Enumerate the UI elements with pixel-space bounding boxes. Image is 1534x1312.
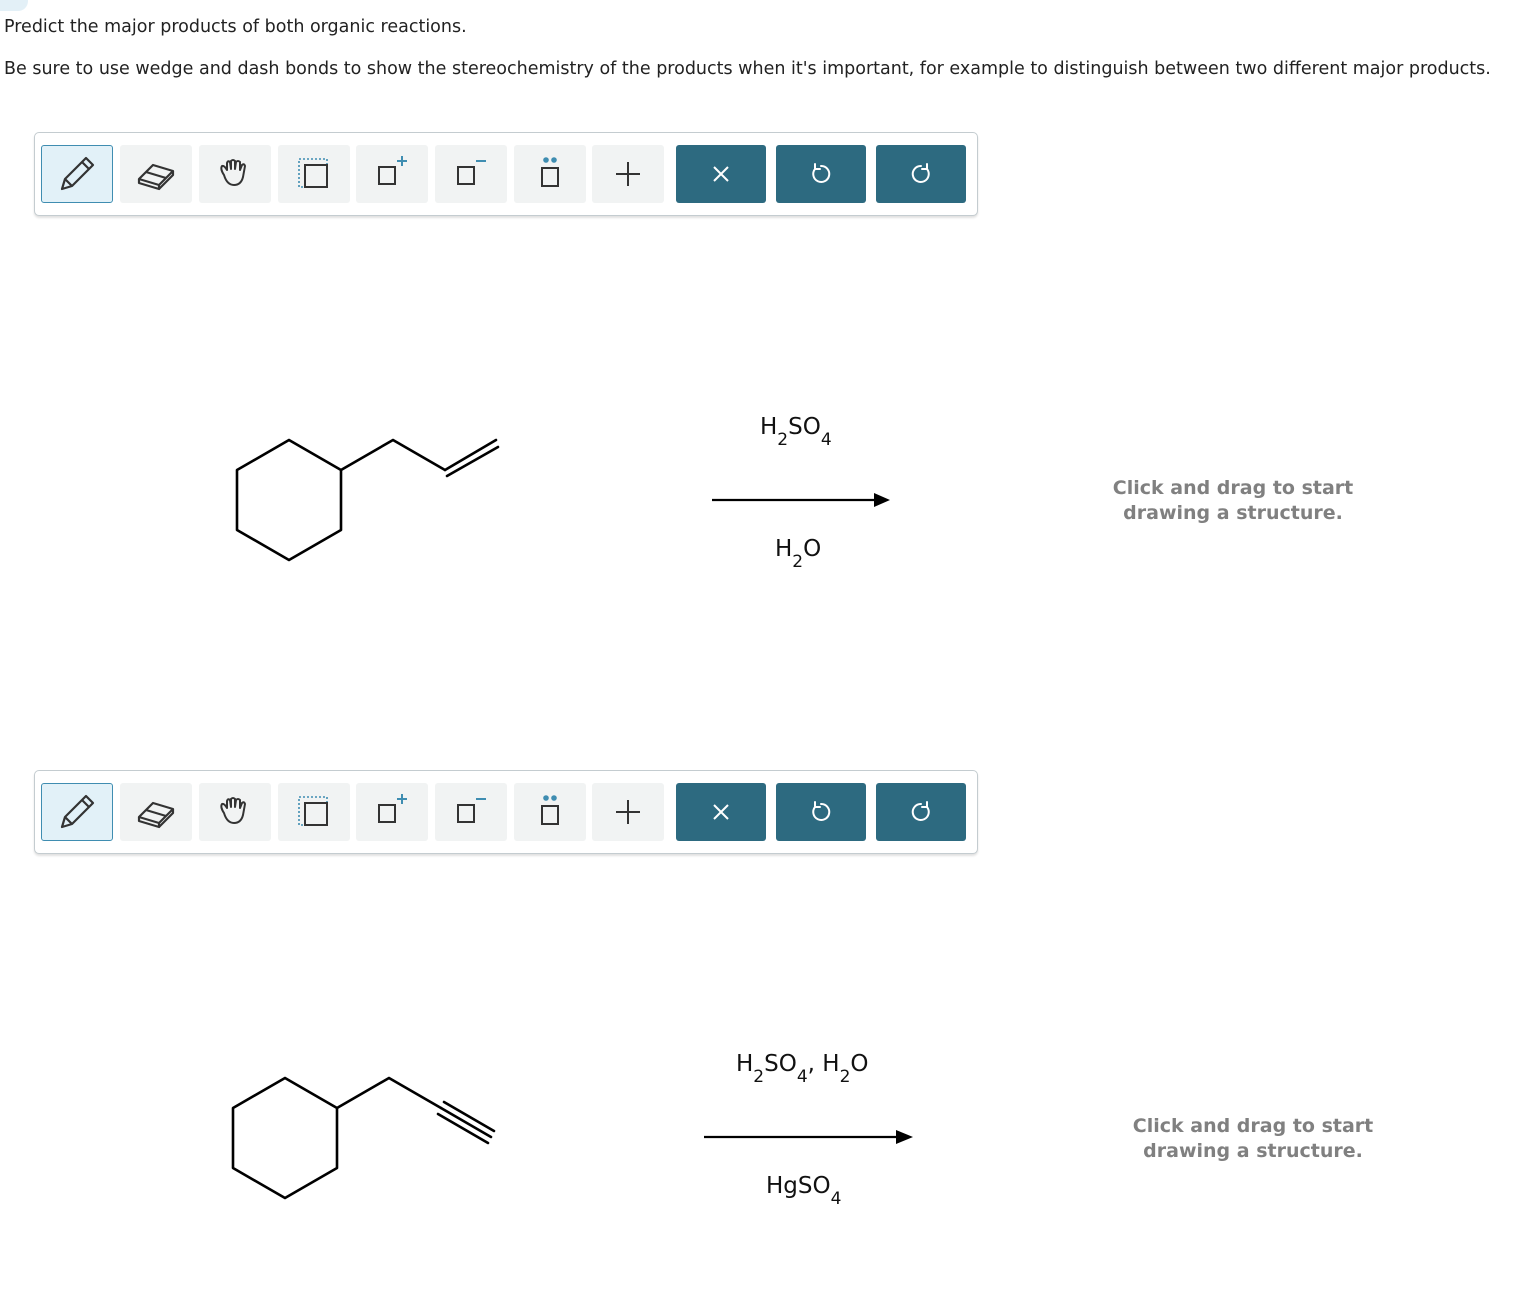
hand-tool-button[interactable]	[199, 783, 271, 841]
eraser-tool-button[interactable]	[120, 783, 192, 841]
positive-charge-tool-button[interactable]	[356, 783, 428, 841]
redo-button[interactable]	[876, 145, 966, 203]
reagent-1-above: H2SO4	[760, 414, 832, 450]
hand-icon	[220, 797, 246, 824]
undo-button[interactable]	[776, 783, 866, 841]
redo-icon	[911, 801, 930, 821]
clear-button[interactable]	[676, 145, 766, 203]
hint-line: Click and drag to start	[1112, 477, 1354, 499]
add-tool-button[interactable]	[592, 145, 664, 203]
negative-charge-icon	[457, 798, 486, 823]
eraser-tool-button[interactable]	[120, 145, 192, 203]
eraser-icon	[137, 163, 175, 191]
plus-icon	[616, 162, 640, 186]
pencil-tool-button[interactable]	[41, 145, 113, 203]
select-tool-button[interactable]	[278, 145, 350, 203]
hand-tool-button[interactable]	[199, 145, 271, 203]
eraser-icon	[137, 801, 175, 829]
clear-button[interactable]	[676, 783, 766, 841]
reaction-arrow-2	[704, 1130, 913, 1144]
undo-button[interactable]	[776, 145, 866, 203]
reactant-allylcyclohexane	[235, 438, 500, 562]
pencil-icon	[60, 156, 95, 191]
reactant-propargylcyclohexane	[231, 1076, 496, 1200]
hint-line: drawing a structure.	[1143, 1140, 1363, 1162]
close-icon	[713, 166, 729, 182]
undo-icon	[812, 801, 831, 821]
negative-charge-tool-button[interactable]	[435, 145, 507, 203]
redo-button[interactable]	[876, 783, 966, 841]
drawing-toolbar-2	[34, 770, 978, 854]
lone-pair-tool-button[interactable]	[514, 783, 586, 841]
hint-line: drawing a structure.	[1123, 502, 1343, 524]
negative-charge-icon	[457, 160, 486, 185]
positive-charge-tool-button[interactable]	[356, 145, 428, 203]
redo-icon	[911, 163, 930, 183]
reagent-2-above: H2SO4, H2O	[736, 1051, 869, 1087]
add-tool-button[interactable]	[592, 783, 664, 841]
select-tool-button[interactable]	[278, 783, 350, 841]
undo-icon	[812, 163, 831, 183]
hint-line: Click and drag to start	[1132, 1115, 1374, 1137]
reagent-1-below: H2O	[775, 536, 822, 572]
lone-pair-icon	[541, 157, 559, 187]
instruction-detail-text: Be sure to use wedge and dash bonds to s…	[4, 59, 1491, 79]
pencil-tool-button[interactable]	[41, 783, 113, 841]
lone-pair-tool-button[interactable]	[514, 145, 586, 203]
reaction-arrow-1	[712, 493, 890, 507]
reagent-2-below: HgSO4	[766, 1173, 842, 1209]
selection-box-icon	[298, 796, 328, 826]
hand-icon	[220, 159, 246, 186]
positive-charge-icon	[378, 794, 407, 823]
plus-icon	[616, 800, 640, 824]
corner-tab	[0, 0, 28, 11]
selection-box-icon	[298, 158, 328, 188]
product-drawing-hint-2[interactable]: Click and drag to start drawing a struct…	[1093, 1114, 1413, 1164]
negative-charge-tool-button[interactable]	[435, 783, 507, 841]
lone-pair-icon	[541, 795, 559, 825]
pencil-icon	[60, 794, 95, 829]
drawing-toolbar-1	[34, 132, 978, 216]
close-icon	[713, 804, 729, 820]
instruction-text: Predict the major products of both organ…	[4, 17, 467, 37]
product-drawing-hint-1[interactable]: Click and drag to start drawing a struct…	[1073, 476, 1393, 526]
positive-charge-icon	[378, 156, 407, 185]
